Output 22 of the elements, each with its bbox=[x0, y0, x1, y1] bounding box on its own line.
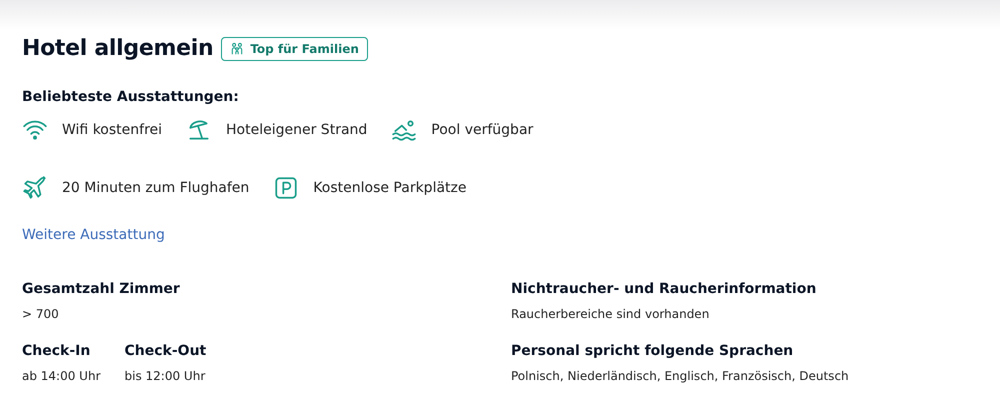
airplane-icon bbox=[22, 175, 48, 201]
info-value: > 700 bbox=[22, 307, 60, 321]
family-icon bbox=[230, 42, 244, 56]
section-title: Hotel allgemein bbox=[22, 36, 214, 61]
info-value: Polnisch, Niederländisch, Englisch, Französisch, Deutsch bbox=[511, 369, 850, 383]
info-heading: Gesamtzahl Zimmer bbox=[22, 281, 180, 297]
parking-icon bbox=[273, 175, 300, 201]
info-heading: Check-Out bbox=[124, 343, 206, 359]
info-value: bis 12:00 Uhr bbox=[124, 369, 206, 383]
info-heading: Personal spricht folgende Sprachen bbox=[511, 343, 794, 359]
info-value: Raucherbereiche sind vorhanden bbox=[511, 307, 710, 321]
amenities-heading: Beliebteste Ausstattungen: bbox=[22, 89, 240, 105]
family-badge: Top für Familien bbox=[221, 36, 368, 60]
info-heading: Nichtraucher- und Raucherinformation bbox=[511, 281, 818, 297]
amenity-label: Wifi kostenfrei bbox=[62, 122, 162, 138]
info-heading: Check-In bbox=[22, 343, 92, 359]
more-amenities-link[interactable]: Weitere Ausstattung bbox=[22, 227, 165, 243]
amenity-label: Hoteleigener Strand bbox=[226, 122, 368, 138]
amenity-label: Kostenlose Parkplätze bbox=[313, 180, 466, 196]
amenity-label: 20 Minuten zum Flughafen bbox=[62, 180, 250, 196]
info-value: ab 14:00 Uhr bbox=[22, 369, 101, 383]
amenity-label: Pool verfügbar bbox=[431, 122, 534, 138]
